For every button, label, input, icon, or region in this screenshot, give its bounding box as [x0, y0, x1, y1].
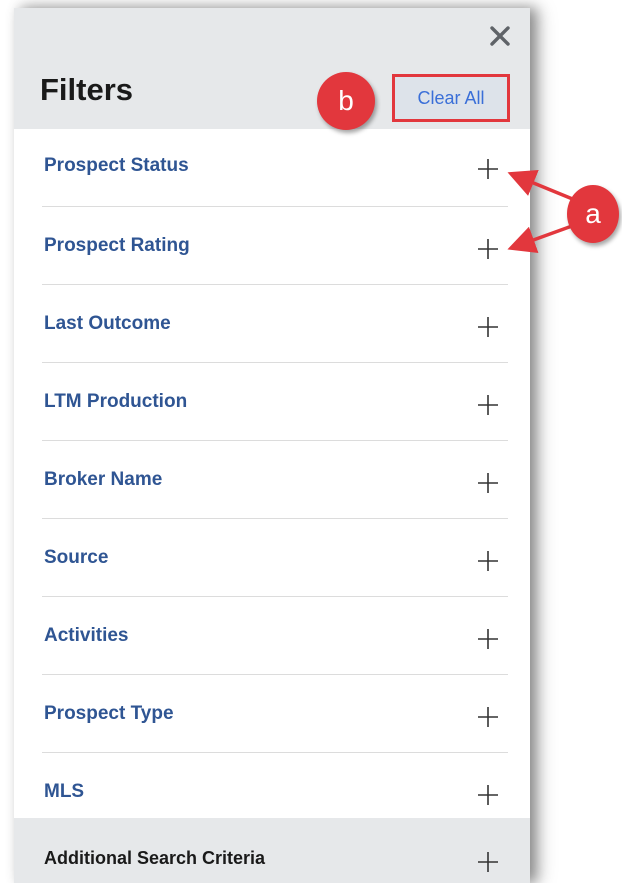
annotation-badge-b-label: b [338, 85, 354, 116]
plus-icon[interactable] [476, 705, 500, 729]
panel-title: Filters [40, 72, 134, 107]
filter-prospect-type[interactable]: Prospect Type [42, 675, 508, 753]
plus-icon[interactable] [476, 627, 500, 651]
filter-broker-name[interactable]: Broker Name [42, 441, 508, 519]
filter-list: Prospect Status Prospect Rating Last Out… [14, 129, 530, 830]
close-icon[interactable] [486, 22, 514, 50]
clear-all-button[interactable]: Clear All [392, 74, 510, 122]
filter-prospect-status[interactable]: Prospect Status [42, 129, 508, 207]
additional-search-criteria-label: Additional Search Criteria [44, 848, 266, 868]
annotation-badge-a: a [567, 185, 619, 243]
filter-label: MLS [44, 781, 85, 802]
filter-label: LTM Production [44, 391, 188, 412]
filters-header: Filters Clear All [14, 8, 530, 129]
filter-label: Prospect Status [44, 155, 189, 176]
filter-label: Source [44, 547, 109, 568]
annotation-badge-a-label: a [585, 198, 601, 229]
filter-last-outcome[interactable]: Last Outcome [42, 285, 508, 363]
clear-all-label: Clear All [417, 87, 485, 108]
plus-icon[interactable] [476, 850, 500, 874]
additional-search-criteria[interactable]: Additional Search Criteria [14, 818, 530, 883]
filter-label: Activities [44, 625, 129, 646]
plus-icon[interactable] [476, 549, 500, 573]
filter-label: Last Outcome [44, 313, 171, 334]
filter-ltm-production[interactable]: LTM Production [42, 363, 508, 441]
filter-activities[interactable]: Activities [42, 597, 508, 675]
filter-label: Prospect Type [44, 703, 174, 724]
screenshot-stage: Filters Clear All Prospect Status Prospe… [0, 0, 622, 883]
plus-icon[interactable] [476, 393, 500, 417]
plus-icon[interactable] [476, 783, 500, 807]
plus-icon[interactable] [476, 157, 500, 181]
plus-icon[interactable] [476, 237, 500, 261]
plus-icon[interactable] [476, 471, 500, 495]
filters-panel: Filters Clear All Prospect Status Prospe… [14, 8, 530, 883]
filter-prospect-rating[interactable]: Prospect Rating [42, 207, 508, 285]
filter-label: Prospect Rating [44, 235, 190, 256]
filter-label: Broker Name [44, 469, 163, 490]
filter-source[interactable]: Source [42, 519, 508, 597]
plus-icon[interactable] [476, 315, 500, 339]
annotation-badge-b: b [317, 72, 375, 130]
